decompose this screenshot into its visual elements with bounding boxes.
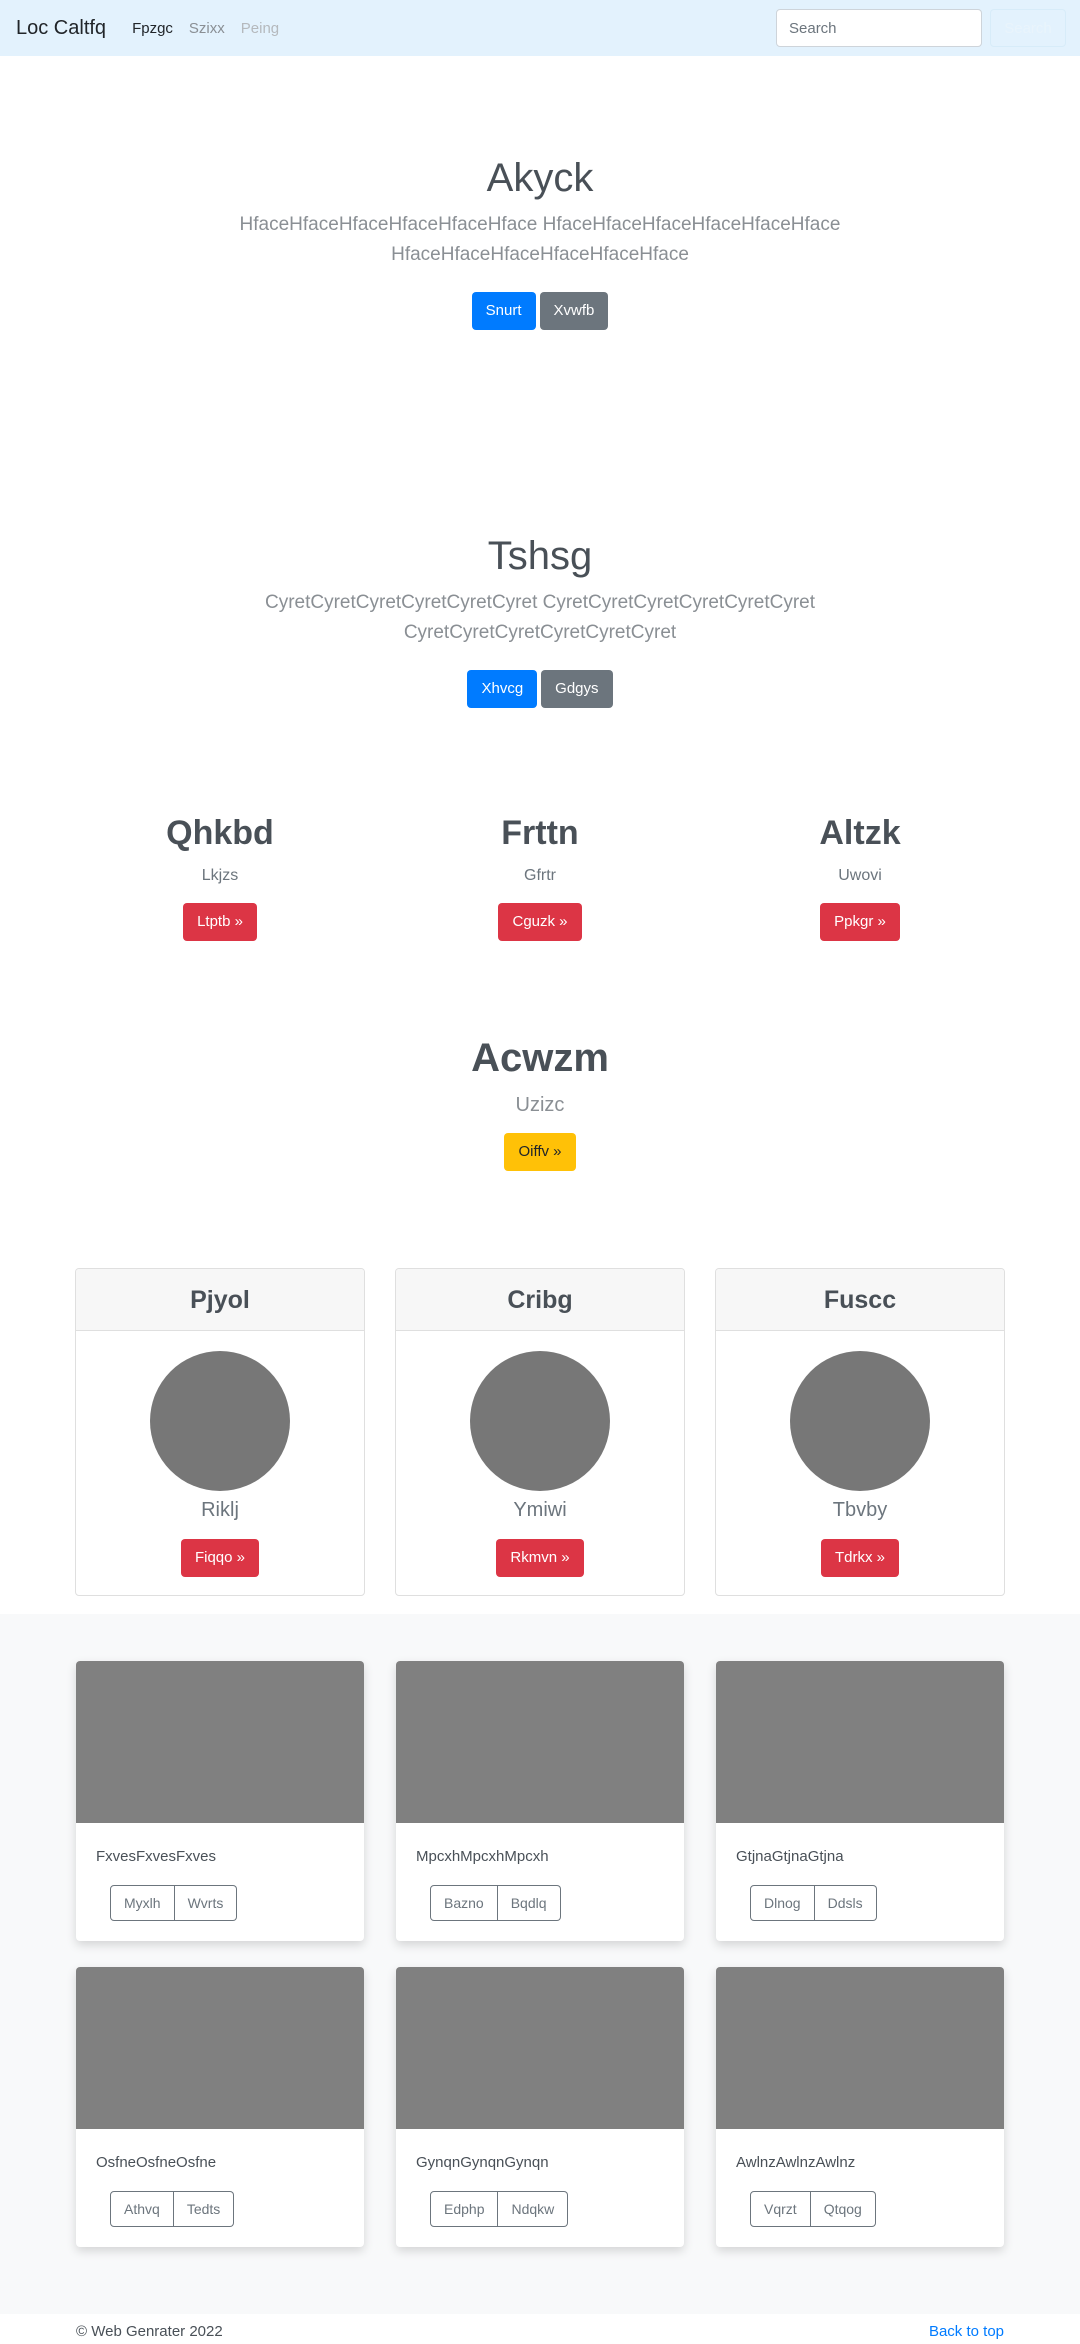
- card-image-placeholder: [716, 1661, 1004, 1823]
- avatar-placeholder: [790, 1351, 930, 1491]
- search-input[interactable]: [776, 9, 982, 47]
- album-card: GynqnGynqnGynqn Edphp Ndqkw: [396, 1967, 684, 2247]
- card-header: Pjyol: [76, 1269, 364, 1331]
- card-button-1[interactable]: Vqrzt: [750, 2191, 811, 2227]
- card-image-placeholder: [396, 1967, 684, 2129]
- album-card: OsfneOsfneOsfne Athvq Tedts: [76, 1967, 364, 2247]
- button-group: Athvq Tedts: [110, 2191, 364, 2227]
- button-group: Myxlh Wvrts: [110, 1885, 364, 1921]
- album-card: FxvesFxvesFxves Myxlh Wvrts: [76, 1661, 364, 1941]
- album-card: AwlnzAwlnzAwlnz Vqrzt Qtqog: [716, 1967, 1004, 2247]
- search-button[interactable]: Search: [990, 9, 1066, 47]
- card-button-1[interactable]: Athvq: [110, 2191, 174, 2227]
- column-text: Gfrtr: [524, 867, 556, 884]
- hero-lead-line-1: HfaceHfaceHfaceHfaceHfaceHface HfaceHfac…: [239, 214, 841, 235]
- pricing-card-3: Fuscc Tbvby Tdrkx »: [715, 1268, 1005, 1596]
- hero-section-2: Tshsg CyretCyretCyretCyretCyretCyret Cyr…: [0, 532, 1080, 708]
- hero-lead: HfaceHfaceHfaceHfaceHfaceHface HfaceHfac…: [0, 210, 1080, 270]
- card-button-2[interactable]: Bqdlq: [497, 1885, 561, 1921]
- card-button-2[interactable]: Wvrts: [174, 1885, 238, 1921]
- card-image-placeholder: [396, 1661, 684, 1823]
- card-button-1[interactable]: Bazno: [430, 1885, 498, 1921]
- card-button-2[interactable]: Ndqkw: [498, 2191, 569, 2227]
- column-1: Qhkbd Lkjzs Ltptb »: [60, 813, 380, 941]
- avatar-placeholder: [150, 1351, 290, 1491]
- pricing-card-2: Cribg Ymiwi Rkmvn »: [395, 1268, 685, 1596]
- hero-lead-line-2: CyretCyretCyretCyretCyretCyret: [403, 622, 677, 643]
- album-section: FxvesFxvesFxves Myxlh Wvrts MpcxhMpcxhMp…: [0, 1614, 1080, 2314]
- hero-title: Tshsg: [487, 534, 593, 578]
- secondary-button[interactable]: Xvwfb: [539, 292, 609, 330]
- card-image-placeholder: [76, 1661, 364, 1823]
- hero-buttons: Snurt Xvwfb: [0, 292, 1080, 330]
- button-group: Edphp Ndqkw: [430, 2191, 684, 2227]
- card-text: OsfneOsfneOsfne: [96, 2154, 217, 2171]
- card-text: FxvesFxvesFxves: [96, 1848, 217, 1865]
- feature-title: Acwzm: [471, 1036, 609, 1080]
- button-group: Bazno Bqdlq: [430, 1885, 684, 1921]
- card-text: GynqnGynqnGynqn: [416, 2154, 549, 2171]
- column-3: Altzk Uwovi Ppkgr »: [700, 813, 1020, 941]
- hero-title: Akyck: [486, 156, 594, 200]
- column-text: Lkjzs: [201, 867, 239, 884]
- card-button-1[interactable]: Myxlh: [110, 1885, 175, 1921]
- primary-button[interactable]: Xhvcg: [467, 670, 538, 708]
- feature-text: Uzizc: [515, 1094, 565, 1116]
- nav-link-peing: Peing: [240, 19, 280, 37]
- navbar: Loc Caltfq Fpzgc Szixx Peing Search: [0, 0, 1080, 56]
- card-button[interactable]: Tdrkx »: [820, 1539, 899, 1577]
- hero-lead-line-2: HfaceHfaceHfaceHfaceHfaceHface: [391, 244, 689, 265]
- column-title: Altzk: [819, 814, 901, 852]
- feature-button[interactable]: Oiffv »: [504, 1133, 576, 1171]
- card-image-placeholder: [76, 1967, 364, 2129]
- avatar-placeholder: [470, 1351, 610, 1491]
- column-button[interactable]: Cguzk »: [498, 903, 582, 941]
- column-title: Frttn: [501, 814, 579, 852]
- hero-lead: CyretCyretCyretCyretCyretCyret CyretCyre…: [0, 588, 1080, 648]
- footer-copyright: © Web Genrater 2022: [76, 2323, 223, 2340]
- secondary-button[interactable]: Gdgys: [541, 670, 613, 708]
- card-button-2[interactable]: Ddsls: [814, 1885, 877, 1921]
- card-text: MpcxhMpcxhMpcxh: [416, 1848, 549, 1865]
- card-button-2[interactable]: Tedts: [173, 2191, 235, 2227]
- column-button[interactable]: Ltptb »: [183, 903, 257, 941]
- column-title: Qhkbd: [166, 814, 274, 852]
- primary-button[interactable]: Snurt: [471, 292, 536, 330]
- card-button[interactable]: Fiqqo »: [180, 1539, 260, 1577]
- card-image-placeholder: [716, 1967, 1004, 2129]
- card-button-1[interactable]: Edphp: [430, 2191, 499, 2227]
- card-header: Cribg: [396, 1269, 684, 1331]
- card-button[interactable]: Rkmvn »: [496, 1539, 584, 1577]
- feature-section: Acwzm Uzizc Oiffv »: [0, 1036, 1080, 1171]
- hero-buttons: Xhvcg Gdgys: [0, 670, 1080, 708]
- button-group: Vqrzt Qtqog: [750, 2191, 1004, 2227]
- button-group: Dlnog Ddsls: [750, 1885, 1004, 1921]
- card-text: Tbvby: [832, 1499, 888, 1521]
- card-text: Riklj: [201, 1499, 239, 1521]
- card-button-1[interactable]: Dlnog: [750, 1885, 815, 1921]
- card-header: Fuscc: [716, 1269, 1004, 1331]
- column-button[interactable]: Ppkgr »: [820, 903, 900, 941]
- card-text: GtjnaGtjnaGtjna: [736, 1848, 844, 1865]
- hero-lead-line-1: CyretCyretCyretCyretCyretCyret CyretCyre…: [264, 592, 815, 613]
- card-text: Ymiwi: [513, 1499, 567, 1521]
- nav-link-szixx[interactable]: Szixx: [189, 20, 225, 37]
- back-to-top-link[interactable]: Back to top: [929, 2323, 1004, 2340]
- column-text: Uwovi: [838, 867, 882, 884]
- album-card: MpcxhMpcxhMpcxh Bazno Bqdlq: [396, 1661, 684, 1941]
- column-2: Frttn Gfrtr Cguzk »: [380, 813, 700, 941]
- pricing-card-1: Pjyol Riklj Fiqqo »: [75, 1268, 365, 1596]
- hero-section-1: Akyck HfaceHfaceHfaceHfaceHfaceHface Hfa…: [0, 154, 1080, 330]
- navbar-brand[interactable]: Loc Caltfq: [16, 17, 106, 40]
- nav-link-fpzgc[interactable]: Fpzgc: [132, 20, 173, 37]
- album-card: GtjnaGtjnaGtjna Dlnog Ddsls: [716, 1661, 1004, 1941]
- card-text: AwlnzAwlnzAwlnz: [736, 2154, 856, 2171]
- card-button-2[interactable]: Qtqog: [810, 2191, 876, 2227]
